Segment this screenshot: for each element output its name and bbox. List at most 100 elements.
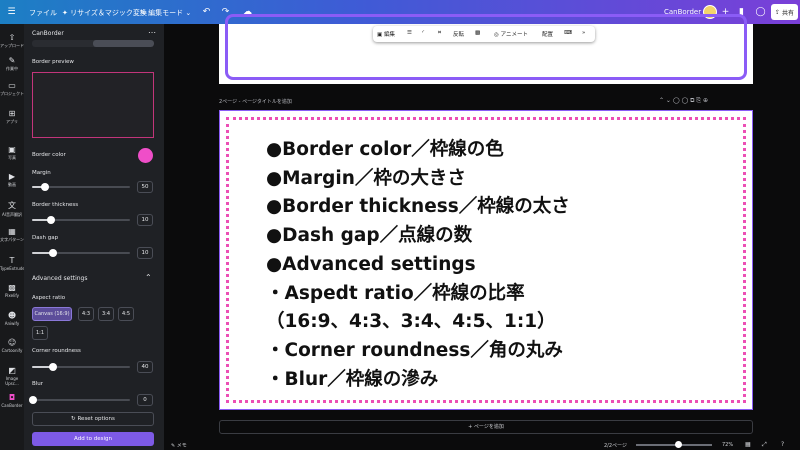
add-page-button[interactable]: + ページを追加 [219,420,753,434]
border-color-swatch[interactable] [138,148,153,163]
help-icon[interactable]: ? [781,441,784,448]
flip-tool[interactable]: 反転 [453,30,464,38]
advanced-settings-header[interactable]: Advanced settings [32,275,87,282]
thickness-slider-handle[interactable] [46,216,55,224]
thickness-label: Border thickness [32,202,79,208]
page-counter[interactable]: 2/2ページ [604,442,627,449]
mode-toggle-active[interactable] [93,40,154,47]
aspect-option-4-3[interactable]: 4:3 [78,307,94,321]
aspect-option-3-4[interactable]: 3:4 [98,307,114,321]
rail-item-aniwify[interactable]: ☻ Aniwify [0,311,24,326]
reset-options-button[interactable]: ↻ Reset options [32,412,154,426]
zoom-level[interactable]: 72% [722,442,733,448]
curve-icon[interactable]: ◜ [422,30,424,36]
blur-value[interactable]: 0 [137,394,153,406]
zoom-slider-handle[interactable] [675,441,682,448]
reset-label: Reset options [77,416,115,422]
pixel-icon: ▩ [8,283,16,292]
grid-view-icon[interactable]: ▦ [745,441,751,448]
mode-toggle[interactable] [32,40,154,47]
lines-icon[interactable]: ☰ [407,30,412,36]
rail-item-pixelify[interactable]: ▩ Pixelify [0,283,24,298]
rail-item-draw[interactable]: ✎ 作業中 [0,56,24,72]
rail-item-photo[interactable]: ▣ 写真 [0,145,24,161]
rail-item-upload[interactable]: ⇧ アップロード [0,33,24,49]
rail-item-typeextrude[interactable]: T TypeExtrude [0,256,25,271]
dash-gap-value[interactable]: 10 [137,247,153,259]
text-line: （16:9、4:3、3:4、4:5、1:1） [266,311,556,333]
share-button[interactable]: ⇪ 共有 [771,4,798,20]
rail-item-video[interactable]: ▶ 動画 [0,172,24,188]
aspect-option-4-5[interactable]: 4:5 [118,307,134,321]
rail-item-text[interactable]: ▦ 文字パターン [0,227,24,243]
text-line: ●Dash gap／点線の数 [266,225,473,247]
undo-icon[interactable]: ↶ [201,6,212,17]
slide-text[interactable]: ●Border color／枠線の色 ●Margin／枠の大きさ ●Border… [266,136,706,394]
aspect-option-canvas[interactable]: Canvas (16:9) [32,307,72,321]
margin-label: Margin [32,170,51,176]
thickness-value[interactable]: 10 [137,214,153,226]
border-preview-label: Border preview [32,59,74,65]
text-line: ・Corner roundness／角の丸み [266,339,563,361]
aspect-option-1-1[interactable]: 1:1 [32,326,48,340]
rail-item-cartoonify[interactable]: ☺ Cartoonify [0,338,24,353]
corner-roundness-value[interactable]: 40 [137,361,153,373]
rail-item-translate[interactable]: 文 AI音声翻訳 [0,200,24,218]
edit-mode-menu[interactable]: ✎ 編集モード ⌄ [140,8,191,18]
file-menu[interactable]: ファイル [29,8,57,18]
resize-menu[interactable]: ✦ リサイズ＆マジック変換 [62,8,147,18]
anime-icon: ☻ [7,311,17,320]
pattern-icon[interactable]: ▩ [475,30,480,36]
page-1-frame [225,14,747,80]
menu-icon[interactable]: ☰ [6,6,17,17]
left-rail: ⇧ アップロード ✎ 作業中 ▭ プロジェクト ⊞ アプリ ▣ 写真 ▶ 動画 文 AI音声翻… [0,24,25,450]
paint-roller-icon[interactable]: ⌨ [564,30,572,36]
rail-label: Image Upsc... [5,376,19,386]
arrange-tool[interactable]: 配置 [542,30,553,38]
video-icon: ▶ [8,172,16,181]
corner-roundness-slider-handle[interactable] [48,363,57,371]
crop-icon[interactable]: ⌗ [438,30,441,37]
fullscreen-icon[interactable]: ⤢ [762,441,767,449]
page-2-bar: 2ページ - ページタイトルを追加 ⌃ ⌄ ◯ ◯ ⧉ ⎘ ⊕ [219,97,753,108]
thickness-slider[interactable] [32,216,130,224]
rail-item-upscale[interactable]: ◩ Image Upsc... [0,366,24,386]
rail-label: アップロード [0,43,24,48]
text-line: ●Border color／枠線の色 [266,139,504,160]
more-icon[interactable]: ⋯ [148,28,156,37]
chevron-up-icon[interactable]: ⌃ [145,273,152,282]
rail-item-project[interactable]: ▭ プロジェクト [0,81,24,97]
page-title-input[interactable]: 2ページ - ページタイトルを追加 [219,99,292,105]
page-controls-icons[interactable]: ⌃ ⌄ ◯ ◯ ⧉ ⎘ ⊕ [659,97,708,105]
type-icon: T [9,256,15,265]
memo-button[interactable]: ✎ メモ [171,442,187,449]
edit-label: 編集 [383,32,395,38]
dash-gap-slider[interactable] [32,249,130,257]
rail-label: Pixelify [4,293,20,298]
margin-slider-handle[interactable] [40,183,49,191]
animate-label: アニメート [500,32,528,38]
blur-slider-handle[interactable] [29,396,37,404]
rail-item-apps[interactable]: ⊞ アプリ [0,109,24,125]
rail-label: TypeExtrude [0,266,25,271]
edit-tool[interactable]: ▣ 編集 [377,30,395,38]
corner-roundness-slider[interactable] [32,363,130,371]
page-2[interactable]: ●Border color／枠線の色 ●Margin／枠の大きさ ●Border… [219,110,753,410]
comment-icon[interactable]: ◯ [755,6,766,17]
animate-tool[interactable]: ◎ アニメート [494,30,528,38]
rail-label: 文字パターン [0,237,24,242]
chevrons-right-icon[interactable]: » [582,30,585,36]
rail-item-canborder[interactable]: ◘ CanBorder [0,393,24,408]
zoom-slider[interactable] [636,444,712,446]
apps-icon: ⊞ [8,109,16,118]
add-to-design-button[interactable]: Add to design [32,432,154,446]
upscale-icon: ◩ [8,366,16,375]
text-line: ・Blur／枠線の滲み [266,368,439,390]
border-preview [32,72,154,138]
blur-slider[interactable] [29,396,130,404]
margin-value[interactable]: 50 [137,181,153,193]
corner-roundness-label: Corner roundness [32,348,81,354]
translate-icon: 文 [8,201,16,210]
dash-gap-slider-handle[interactable] [48,249,57,257]
margin-slider[interactable] [32,183,130,191]
